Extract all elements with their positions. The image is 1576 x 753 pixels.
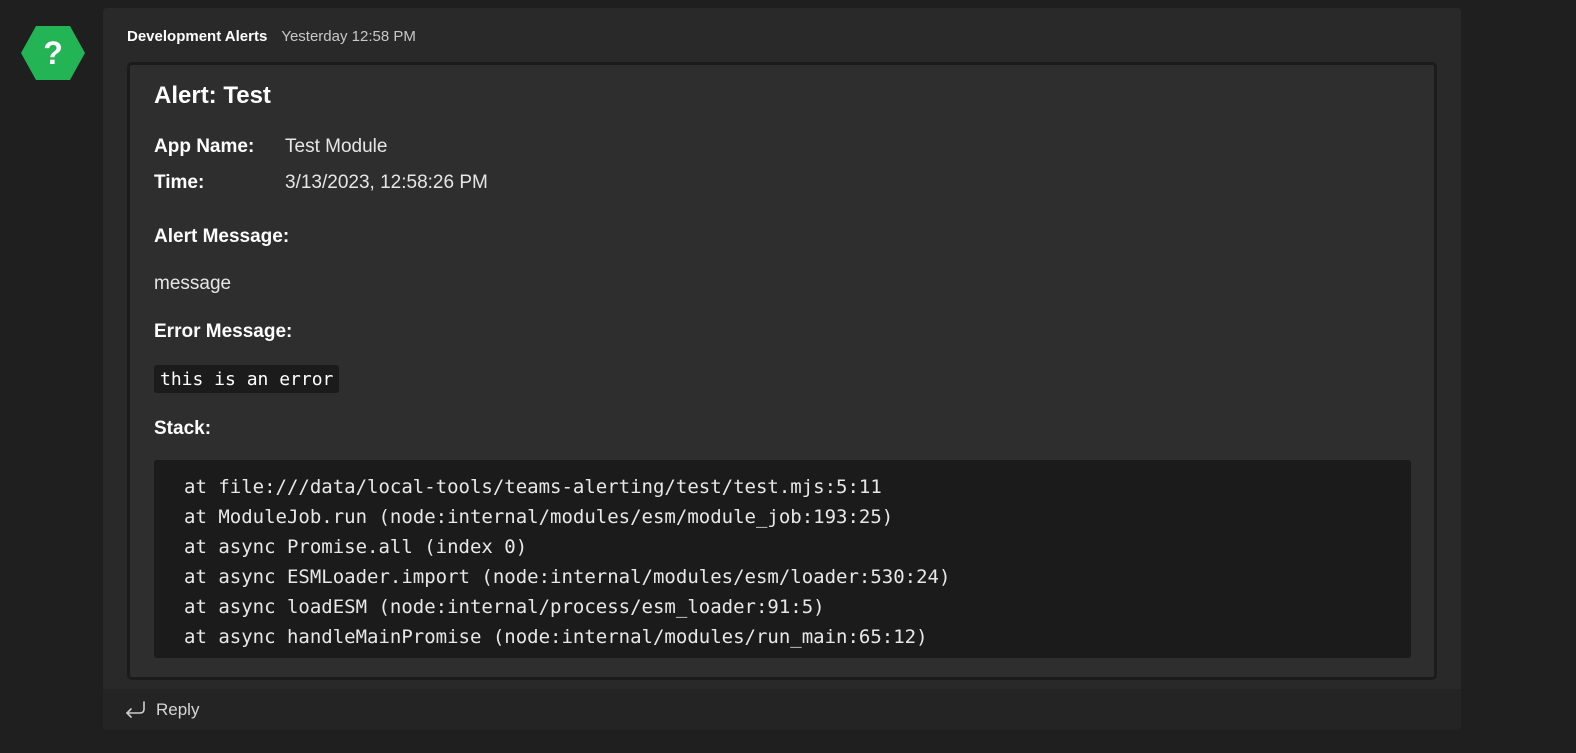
message-header: Development Alerts Yesterday 12:58 PM	[127, 28, 416, 48]
fact-key: Time:	[154, 172, 205, 193]
reply-button[interactable]: Reply	[103, 689, 1461, 730]
chat-message: Development Alerts Yesterday 12:58 PM Al…	[103, 8, 1461, 730]
fact-value: 3/13/2023, 12:58:26 PM	[285, 172, 488, 193]
sender-name[interactable]: Development Alerts	[127, 28, 267, 45]
stack-line: at async handleMainPromise (node:interna…	[184, 626, 928, 648]
stack-label: Stack:	[154, 418, 212, 439]
reply-label: Reply	[156, 699, 200, 719]
fact-row-app-name: App Name: Test Module	[154, 136, 387, 158]
error-message-code: this is an error	[154, 365, 340, 393]
stack-trace-block: at file:///data/local-tools/teams-alerti…	[154, 460, 1411, 658]
error-message-label: Error Message:	[154, 321, 293, 342]
alert-message-label: Alert Message:	[154, 226, 290, 247]
stack-line: at async loadESM (node:internal/process/…	[184, 596, 825, 618]
fact-row-time: Time: 3/13/2023, 12:58:26 PM	[154, 172, 488, 194]
fact-value: Test Module	[285, 136, 388, 157]
message-timestamp: Yesterday 12:58 PM	[281, 28, 416, 45]
fact-key: App Name:	[154, 136, 255, 157]
adaptive-card: Alert: Test App Name: Test Module Time: 3/…	[127, 62, 1437, 680]
bot-avatar[interactable]: ?	[20, 24, 86, 82]
stack-line: at async Promise.all (index 0)	[184, 536, 528, 558]
stack-line: at file:///data/local-tools/teams-alerti…	[184, 476, 882, 498]
alert-message-text: message	[154, 273, 232, 294]
reply-arrow-icon	[126, 700, 145, 718]
avatar-glyph: ?	[43, 35, 63, 71]
stack-line: at async ESMLoader.import (node:internal…	[184, 566, 951, 588]
help-hexagon-icon: ?	[21, 26, 85, 80]
stack-line: at ModuleJob.run (node:internal/modules/…	[184, 506, 894, 528]
card-title: Alert: Test	[154, 82, 271, 109]
